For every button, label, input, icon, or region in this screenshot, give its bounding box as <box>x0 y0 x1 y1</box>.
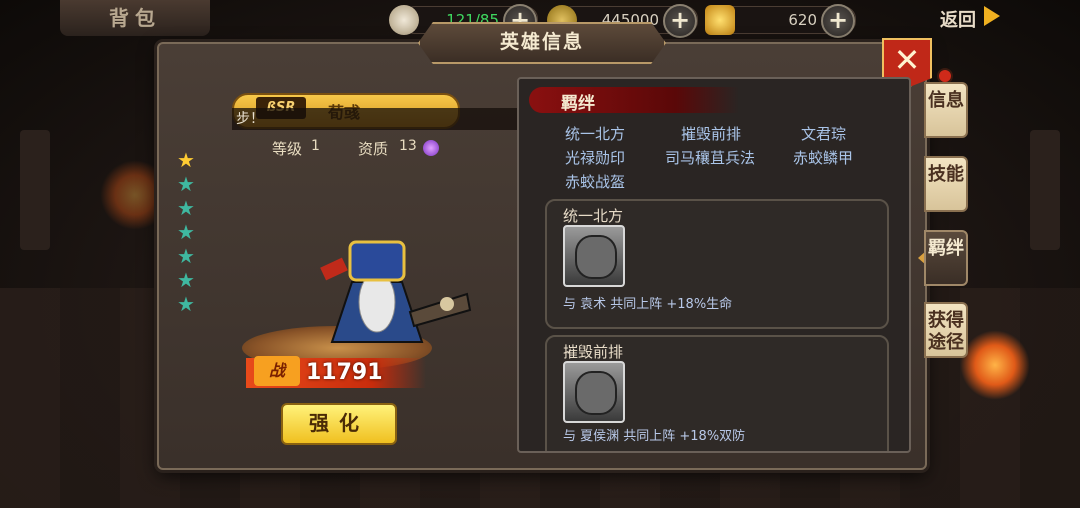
add-gold-button[interactable]: + <box>821 4 855 38</box>
backpack-title: 背包 <box>60 0 210 36</box>
star-icon: ★ <box>177 220 195 244</box>
bond-name[interactable]: 赤蛟鳞甲 <box>793 147 853 168</box>
bond-card-title: 摧毁前排 <box>563 343 624 361</box>
star-icon: ★ <box>177 244 195 268</box>
gold-resource: 620 + <box>705 4 856 38</box>
partner-portrait[interactable] <box>563 225 625 287</box>
tab-skills[interactable]: 技能 <box>924 156 968 212</box>
bond-card-title: 统一北方 <box>563 207 624 225</box>
level-label: 等级 <box>272 140 303 158</box>
level-value: 1 <box>311 138 320 154</box>
bond-name[interactable]: 光禄勋印 <box>565 147 625 168</box>
return-button[interactable]: 返回 <box>940 6 976 32</box>
tab-bonds[interactable]: 羁绊 <box>924 230 968 286</box>
partner-portrait[interactable] <box>563 361 625 423</box>
star-icon: ★ <box>177 148 195 172</box>
bond-name[interactable]: 文君琮 <box>801 123 846 144</box>
add-coin-button[interactable]: + <box>663 4 697 38</box>
hero-face-icon <box>575 371 617 415</box>
hero-portrait[interactable] <box>292 232 472 352</box>
gold-ingot-icon <box>705 5 735 35</box>
star-icon: ★ <box>177 292 195 316</box>
combat-power-value: 11791 <box>306 360 383 385</box>
bond-name[interactable]: 摧毁前排 <box>681 123 741 144</box>
bond-card[interactable]: 统一北方 与 袁术 共同上阵 +18%生命 <box>545 199 889 329</box>
bonds-header-label: 羁绊 <box>561 94 595 114</box>
aptitude-gem-icon <box>423 140 439 156</box>
tab-obtain[interactable]: 获得途径 <box>924 302 968 358</box>
bonds-panel: 羁绊 统一北方 摧毁前排 文君琮 光禄勋印 司马穰苴兵法 赤蛟鳞甲 赤蛟战盔 统… <box>517 77 911 453</box>
panel-title: 英雄信息 <box>418 22 666 64</box>
bond-name[interactable]: 司马穰苴兵法 <box>665 147 755 168</box>
star-icon: ★ <box>177 196 195 220</box>
tab-info[interactable]: 信息 <box>924 82 968 138</box>
garlic-icon <box>389 5 419 35</box>
bonds-header: 羁绊 <box>529 87 739 114</box>
star-icon: ★ <box>177 172 195 196</box>
upgrade-button[interactable]: 强化 <box>281 403 397 445</box>
bond-name[interactable]: 统一北方 <box>565 123 625 144</box>
bond-card-desc: 与 袁术 共同上阵 +18%生命 <box>563 297 733 312</box>
bond-card[interactable]: 摧毁前排 与 夏侯渊 共同上阵 +18%双防 <box>545 335 889 451</box>
power-icon: 战 <box>254 356 300 386</box>
background-pillar <box>1030 130 1060 250</box>
hero-face-icon <box>575 235 617 279</box>
bond-card-desc: 与 夏侯渊 共同上阵 +18%双防 <box>563 429 746 444</box>
background-torch <box>960 330 1030 400</box>
star-rating: ★ ★ ★ ★ ★ ★ ★ <box>176 150 198 318</box>
aptitude-label: 资质 <box>358 140 389 158</box>
aptitude-value: 13 <box>399 138 417 154</box>
background-pillar <box>20 130 50 250</box>
bond-name[interactable]: 赤蛟战盔 <box>565 171 625 192</box>
gold-value: 620 <box>788 11 817 29</box>
return-arrow-icon[interactable] <box>984 6 1000 26</box>
star-icon: ★ <box>177 268 195 292</box>
